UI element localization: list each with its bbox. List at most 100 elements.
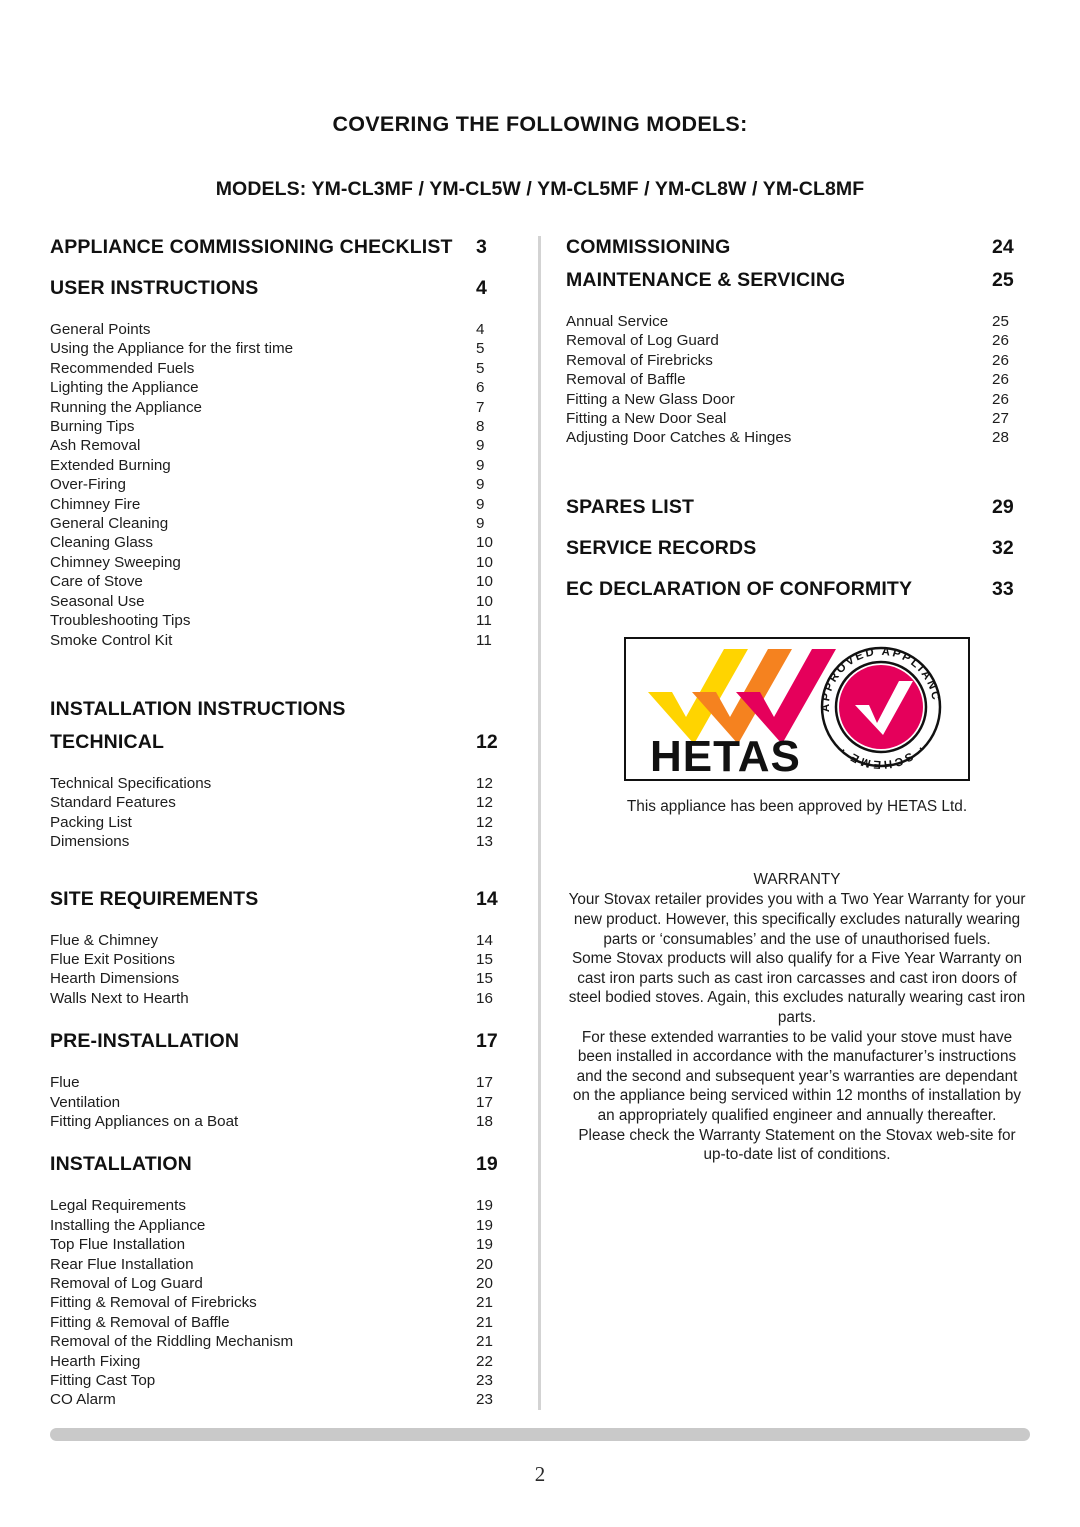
toc-entry-page: 14 (476, 931, 493, 949)
toc-entry[interactable]: Fitting a New Door Seal 27 (566, 409, 1028, 428)
toc-entry[interactable]: Removal of Log Guard 20 (50, 1274, 512, 1293)
toc-heading-maintenance-servicing[interactable]: MAINTENANCE & SERVICING 25 (566, 269, 1028, 292)
toc-heading-site-requirements[interactable]: SITE REQUIREMENTS 14 (50, 888, 512, 911)
toc-entry[interactable]: Walls Next to Hearth 16 (50, 989, 512, 1008)
toc-entry[interactable]: CO Alarm 23 (50, 1390, 512, 1409)
toc-entry[interactable]: General Cleaning 9 (50, 514, 512, 533)
toc-entry-label: Fitting Appliances on a Boat (50, 1112, 239, 1130)
toc-right-column: COMMISSIONING 24 MAINTENANCE & SERVICING… (566, 236, 1028, 1165)
toc-entry[interactable]: Care of Stove 10 (50, 572, 512, 591)
toc-heading-installation-instructions[interactable]: INSTALLATION INSTRUCTIONS (50, 698, 512, 721)
toc-entry-page: 11 (476, 631, 492, 649)
toc-entry[interactable]: Burning Tips 8 (50, 417, 512, 436)
toc-entry-page: 4 (476, 321, 485, 338)
toc-heading-user-instructions[interactable]: USER INSTRUCTIONS 4 (50, 277, 512, 300)
hetas-caption: This appliance has been approved by HETA… (626, 797, 968, 815)
toc-entry-page: 19 (476, 1197, 493, 1215)
toc-entry[interactable]: Ash Removal 9 (50, 436, 512, 455)
warranty-paragraph: Some Stovax products will also qualify f… (568, 950, 1026, 1026)
toc-entry-page: 26 (992, 371, 1009, 389)
toc-entry[interactable]: Ventilation 17 (50, 1093, 512, 1112)
toc-heading-service-records[interactable]: SERVICE RECORDS 32 (566, 537, 1028, 560)
toc-entry[interactable]: Recommended Fuels 5 (50, 359, 512, 378)
toc-entry[interactable]: Running the Appliance 7 (50, 398, 512, 417)
toc-entry[interactable]: Hearth Dimensions 15 (50, 969, 512, 988)
toc-heading-commissioning[interactable]: COMMISSIONING 24 (566, 236, 1028, 259)
toc-entry[interactable]: Over-Firing 9 (50, 475, 512, 494)
toc-entry[interactable]: Fitting a New Glass Door 26 (566, 390, 1028, 409)
toc-entry-label: Standard Features (50, 794, 176, 812)
cover-title: COVERING THE FOLLOWING MODELS: (332, 112, 748, 136)
toc-entry[interactable]: Seasonal Use 10 (50, 592, 512, 611)
toc-entry[interactable]: Packing List 12 (50, 813, 512, 832)
toc-entry-label: Seasonal Use (50, 592, 145, 610)
toc-entry[interactable]: Using the Appliance for the first time 5 (50, 339, 512, 358)
toc-entry[interactable]: Lighting the Appliance 6 (50, 378, 512, 397)
toc-entry[interactable]: Rear Flue Installation 20 (50, 1255, 512, 1274)
toc-heading-ec-declaration[interactable]: EC DECLARATION OF CONFORMITY 33 (566, 578, 1028, 601)
toc-heading-label: INSTALLATION (50, 1153, 192, 1176)
toc-entry-page: 20 (476, 1255, 493, 1273)
toc-heading-label: SPARES LIST (566, 495, 695, 518)
toc-heading-spares-list[interactable]: SPARES LIST 29 (566, 496, 1028, 519)
warranty-block: WARRANTY Your Stovax retailer provides y… (566, 870, 1028, 1165)
hetas-approval-seal-icon: APPROVED APPLIANCE · SCHEME · (820, 646, 942, 770)
toc-entry-page: 20 (476, 1275, 493, 1292)
toc-entry-page: 21 (476, 1313, 493, 1331)
toc-entry-page: 22 (476, 1352, 493, 1370)
toc-entry[interactable]: Hearth Fixing 22 (50, 1352, 512, 1371)
toc-entry[interactable]: Flue 17 (50, 1073, 512, 1092)
toc-entry[interactable]: Adjusting Door Catches & Hinges 28 (566, 428, 1028, 447)
toc-heading-page: 17 (476, 1030, 498, 1053)
toc-entry[interactable]: Removal of the Riddling Mechanism 21 (50, 1332, 512, 1351)
toc-entry[interactable]: Removal of Firebricks 26 (566, 351, 1028, 370)
toc-entry[interactable]: General Points 4 (50, 320, 512, 339)
toc-columns: APPLIANCE COMMISSIONING CHECKLIST 3 USER… (0, 236, 1080, 1408)
toc-heading-technical[interactable]: TECHNICAL 12 (50, 731, 512, 754)
toc-entry-label: Hearth Dimensions (50, 970, 180, 988)
toc-entry[interactable]: Troubleshooting Tips 11 (50, 611, 512, 630)
toc-heading-appliance-checklist[interactable]: APPLIANCE COMMISSIONING CHECKLIST 3 (50, 236, 512, 259)
toc-entry-label: Hearth Fixing (50, 1352, 141, 1370)
toc-heading-label: INSTALLATION INSTRUCTIONS (50, 697, 346, 720)
toc-entry[interactable]: Technical Specifications 12 (50, 774, 512, 793)
toc-entry[interactable]: Extended Burning 9 (50, 456, 512, 475)
toc-entry-label: Dimensions (50, 833, 130, 851)
toc-entry[interactable]: Dimensions 13 (50, 832, 512, 851)
toc-entry[interactable]: Fitting & Removal of Firebricks 21 (50, 1293, 512, 1312)
toc-entry[interactable]: Annual Service 25 (566, 312, 1028, 331)
toc-heading-page: 14 (476, 887, 498, 910)
toc-entry[interactable]: Fitting Appliances on a Boat 18 (50, 1112, 512, 1131)
toc-entry[interactable]: Legal Requirements 19 (50, 1196, 512, 1215)
hetas-checks-icon (648, 648, 836, 744)
toc-heading-label: SERVICE RECORDS (566, 536, 757, 559)
toc-entry-page: 26 (992, 332, 1009, 350)
toc-entry-label: Chimney Sweeping (50, 553, 181, 571)
toc-entry-page: 17 (476, 1074, 493, 1092)
toc-heading-pre-installation[interactable]: PRE-INSTALLATION 17 (50, 1030, 512, 1053)
toc-entry[interactable]: Fitting Cast Top 23 (50, 1371, 512, 1390)
toc-entry-page: 5 (476, 340, 485, 358)
toc-entry-label: Walls Next to Hearth (50, 989, 189, 1007)
toc-entry[interactable]: Standard Features 12 (50, 793, 512, 812)
toc-entry[interactable]: Flue & Chimney 14 (50, 931, 512, 950)
models-line: MODELS: YM-CL3MF / YM-CL5W / YM-CL5MF / … (215, 178, 865, 200)
toc-entry[interactable]: Cleaning Glass 10 (50, 533, 512, 552)
toc-list-pre-installation: Flue 17 Ventilation 17 Fitting Appliances on… (50, 1073, 512, 1131)
toc-entry-label: Fitting a New Door Seal (566, 410, 727, 428)
toc-entry[interactable]: Removal of Log Guard 26 (566, 331, 1028, 350)
toc-entry[interactable]: Chimney Sweeping 10 (50, 553, 512, 572)
toc-entry[interactable]: Fitting & Removal of Baffle 21 (50, 1313, 512, 1332)
toc-entry[interactable]: Smoke Control Kit 11 (50, 631, 512, 650)
toc-entry[interactable]: Flue Exit Positions 15 (50, 950, 512, 969)
toc-entry[interactable]: Chimney Fire 9 (50, 495, 512, 514)
toc-heading-installation[interactable]: INSTALLATION 19 (50, 1153, 512, 1176)
toc-entry[interactable]: Removal of Baffle 26 (566, 370, 1028, 389)
toc-entry-page: 15 (476, 970, 493, 988)
toc-entry[interactable]: Top Flue Installation 19 (50, 1235, 512, 1254)
toc-entry[interactable]: Installing the Appliance 19 (50, 1216, 512, 1235)
